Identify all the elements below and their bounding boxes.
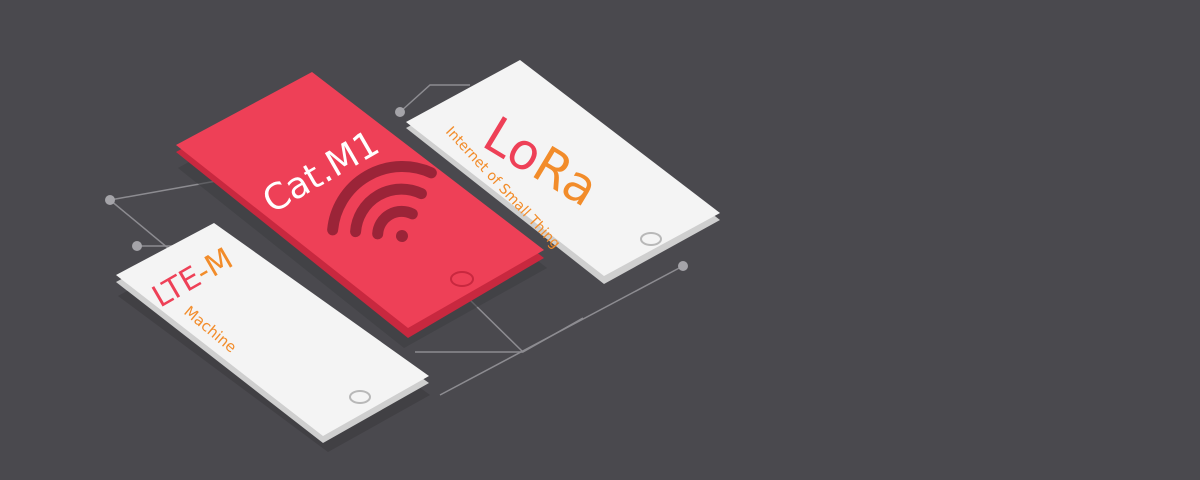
iot-network-illustration: Cat.M1 LoRa Internet of Small Thing LTE-…: [105, 60, 720, 452]
